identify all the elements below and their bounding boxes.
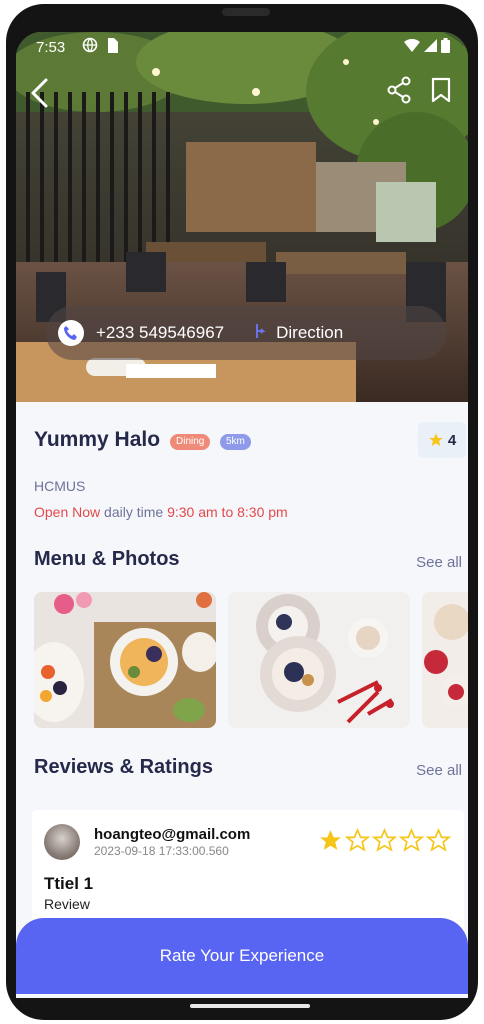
reviewer-email: hoangteo@gmail.com — [94, 826, 251, 843]
open-status: Open Now — [34, 504, 101, 520]
review-stars — [318, 828, 451, 853]
star-outline-icon — [372, 828, 397, 852]
star-filled-icon — [320, 830, 341, 850]
home-indicator[interactable] — [190, 1004, 310, 1008]
signal-icon — [424, 39, 437, 52]
hero-image: 7:53 +233 549546967 Direction — [16, 32, 468, 402]
opening-hours: Open Now daily time 9:30 am to 8:30 pm — [34, 504, 288, 520]
phone-call-button[interactable] — [58, 320, 84, 346]
reviews-see-all-link[interactable]: See all — [416, 762, 462, 779]
star-outline-icon — [426, 828, 451, 852]
bookmark-button[interactable] — [430, 76, 452, 109]
title-row: Yummy Halo Dining 5km 4 — [16, 422, 468, 462]
rating-value: 4 — [447, 431, 457, 449]
avatar — [44, 824, 80, 860]
daily-label: daily time — [104, 504, 164, 520]
tag-dining: Dining — [170, 434, 211, 450]
camera-notch — [222, 8, 270, 16]
reviews-section-title: Reviews & Ratings — [34, 756, 213, 778]
review-date: 2023-09-18 17:33:00.560 — [94, 844, 229, 858]
menu-photo-3[interactable] — [422, 592, 468, 728]
rate-experience-button[interactable]: Rate Your Experience — [16, 918, 468, 994]
status-time: 7:53 — [36, 39, 66, 56]
menu-photo-2[interactable] — [228, 592, 410, 728]
bookmark-icon — [431, 77, 451, 103]
review-body: Review — [44, 896, 90, 912]
status-icons — [404, 38, 450, 53]
chevron-left-icon — [31, 78, 48, 108]
direction-icon[interactable] — [254, 323, 268, 344]
tag-distance: 5km — [220, 434, 251, 450]
phone-frame: 7:53 +233 549546967 Direction Yummy Halo… — [6, 4, 478, 1020]
menu-photo-1[interactable] — [34, 592, 216, 728]
rating-badge: 4 — [418, 422, 466, 458]
hours-range: 9:30 am to 8:30 pm — [167, 504, 288, 520]
phone-icon — [64, 326, 77, 340]
contact-bar: +233 549546967 Direction — [46, 306, 446, 360]
wifi-icon — [404, 39, 420, 52]
phone-number[interactable]: +233 549546967 — [96, 323, 224, 343]
share-icon — [387, 76, 411, 104]
app-screen: 7:53 +233 549546967 Direction Yummy Halo… — [16, 32, 468, 998]
share-button[interactable] — [386, 76, 412, 109]
venue-subtitle: HCMUS — [34, 478, 86, 494]
venue-name: Yummy Halo — [34, 428, 161, 451]
back-button[interactable] — [28, 76, 52, 115]
star-icon — [429, 433, 443, 446]
star-outline-icon — [345, 828, 370, 852]
star-outline-icon — [399, 828, 424, 852]
globe-icon — [82, 37, 98, 57]
review-title: Ttiel 1 — [44, 874, 94, 893]
menu-section-title: Menu & Photos — [34, 548, 180, 570]
menu-see-all-link[interactable]: See all — [416, 554, 462, 571]
direction-link[interactable]: Direction — [276, 323, 343, 343]
battery-icon — [441, 38, 450, 53]
sd-card-icon — [106, 38, 118, 57]
status-bar: 7:53 — [16, 32, 468, 62]
